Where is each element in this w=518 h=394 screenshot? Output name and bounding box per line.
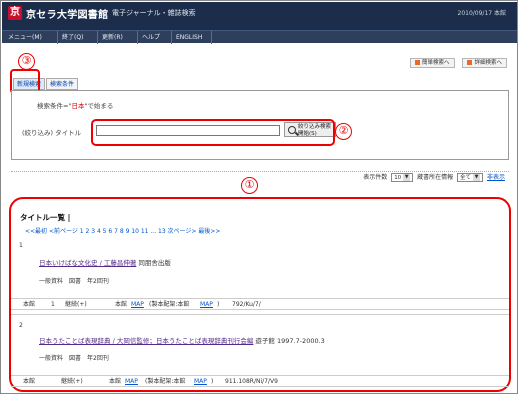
app-header: 京 京セラ大学図書館 電子ジャーナル・雑誌検索 2010/09/17 本館	[2, 2, 517, 30]
record-number: 1	[19, 242, 23, 249]
record-title-2[interactable]: 日本うたことば表現辞典 / 大岡信監修；日本うたことば表現辞典刊行会編 遊子館 …	[39, 335, 325, 345]
library-name: 京セラ大学図書館	[26, 10, 109, 21]
advanced-search-button[interactable]: 詳細検索へ	[462, 58, 507, 68]
arrow-icon	[467, 60, 473, 65]
tab-search-conditions[interactable]: 検索条件	[46, 78, 78, 90]
pagination[interactable]: <<最初 <前ページ 1 2 3 4 5 6 7 8 9 10 11 ... 1…	[25, 226, 220, 235]
annotation-marker-1: ①	[241, 177, 258, 194]
page-subtitle: 電子ジャーナル・雑誌検索	[112, 9, 196, 17]
library-logo: 京	[8, 6, 22, 20]
display-count-select[interactable]: 10 ▼	[391, 173, 414, 182]
annotation-marker-2: ②	[335, 123, 352, 140]
record-number: 2	[19, 322, 23, 329]
holding-row-2: 本館 継続(+) 本館 MAP (製本配架:本館 MAP ) 911.108R/…	[11, 375, 509, 387]
holding-row-1: 本館 1 継続(+) 本館 MAP (製本配架:本館 MAP ) 792/Ku/…	[11, 298, 509, 310]
map-link[interactable]: MAP	[125, 376, 138, 387]
display-options: 表示件数 10 ▼ 蔵書所在情報 全て ▼ 非表示	[363, 173, 505, 182]
record-title-1[interactable]: 日本いけばな文化史 / 工藤昌伸著 同朋舎出版	[39, 257, 171, 267]
divider	[11, 171, 509, 172]
map-link[interactable]: MAP	[200, 299, 213, 310]
record-meta-1: 一般資料 図書 年2回刊	[39, 278, 109, 285]
results-list-title: タイトル一覧 |	[20, 213, 71, 222]
date-location: 2010/09/17 本館	[457, 10, 507, 17]
map-link[interactable]: MAP	[131, 299, 144, 310]
arrow-icon	[415, 60, 421, 65]
menu-item-menu[interactable]: メニュー(M)	[4, 31, 58, 44]
chevron-down-icon: ▼	[473, 174, 481, 181]
simple-search-button[interactable]: 簡単検索へ	[410, 58, 455, 68]
menu-item-help[interactable]: ヘルプ	[138, 31, 172, 44]
title-filter-label: (絞り込み) タイトル	[22, 129, 82, 137]
map-link[interactable]: MAP	[194, 376, 207, 387]
menu-bar: メニュー(M) 終了(Q) 更新(R) ヘルプ ENGLISH	[2, 30, 517, 44]
annotation-box-2	[91, 119, 335, 146]
menu-item-quit[interactable]: 終了(Q)	[58, 31, 98, 44]
record-meta-2: 一般資料 図書 年2回刊	[39, 355, 109, 362]
menu-item-english[interactable]: ENGLISH	[172, 31, 212, 44]
chevron-down-icon: ▼	[403, 174, 411, 181]
menu-item-refresh[interactable]: 更新(R)	[98, 31, 138, 44]
annotation-marker-3: ③	[18, 53, 35, 70]
holding-info-select[interactable]: 全て ▼	[457, 173, 484, 182]
search-condition: 検索条件="日本"で始まる	[37, 102, 114, 110]
hide-link[interactable]: 非表示	[487, 174, 505, 181]
app-window: 京 京セラ大学図書館 電子ジャーナル・雑誌検索 2010/09/17 本館 メニ…	[0, 0, 518, 394]
divider	[11, 314, 509, 315]
search-mode-buttons: 簡単検索へ 詳細検索へ	[404, 58, 507, 68]
